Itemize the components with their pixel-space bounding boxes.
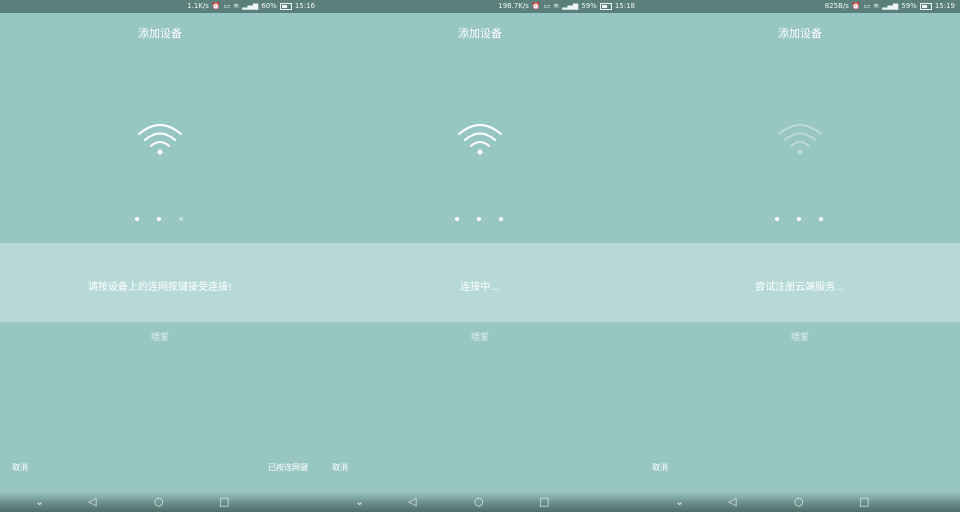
signal-icon: ▂▄▆ [882, 2, 899, 10]
battery-icon [599, 3, 612, 10]
network-speed: 1.1K/s [187, 2, 209, 10]
screen-1: 1.1K/s ⏰ ▭ ≋ ▂▄▆ 60% 15:16 添加设备 请按设备上的连网… [0, 0, 320, 512]
progress-dot [477, 217, 481, 221]
hd-icon: ▭ [863, 2, 871, 10]
page-title: 添加设备 [138, 27, 182, 40]
nav-bar: ⌄ ◁ ○ □ [0, 492, 320, 512]
device-name: 喂爱 [150, 333, 169, 343]
hd-icon: ▭ [543, 2, 551, 10]
signal-icon: ▂▄▆ [242, 2, 259, 10]
progress-dot [819, 217, 823, 221]
nav-bar: ⌄ ◁ ○ □ [640, 492, 960, 512]
cancel-button[interactable]: 取消 [332, 462, 348, 473]
page-title: 添加设备 [778, 27, 822, 40]
wifi-icon: ≋ [233, 2, 240, 10]
back-icon[interactable]: ◁ [88, 495, 96, 509]
battery-percent: 59% [581, 2, 597, 10]
clock: 15:16 [294, 2, 315, 10]
alarm-icon: ⏰ [211, 2, 221, 10]
status-message: 尝试注册云端服务... [755, 282, 845, 293]
progress-dots [0, 217, 320, 223]
device-name: 喂爱 [470, 333, 489, 343]
wifi-icon [458, 124, 502, 155]
clock: 15:19 [934, 2, 955, 10]
nav-bar: ⌄ ◁ ○ □ [320, 492, 640, 512]
progress-dot [499, 217, 503, 221]
alarm-icon: ⏰ [851, 2, 861, 10]
message-band: 尝试注册云端服务... [640, 243, 960, 322]
progress-dot [455, 217, 459, 221]
wifi-icon: ≋ [873, 2, 880, 10]
status-message: 请按设备上的连网按键接受连接! [87, 282, 232, 293]
status-message: 连接中... [460, 282, 500, 293]
home-icon[interactable]: ○ [154, 495, 164, 509]
recent-apps-icon[interactable]: □ [219, 495, 229, 509]
message-band: 请按设备上的连网按键接受连接! [0, 243, 320, 322]
screen-2: 198.7K/s ⏰ ▭ ≋ ▂▄▆ 59% 15:18 添加设备 连接中... [320, 0, 640, 512]
battery-icon [919, 3, 932, 10]
progress-dots [320, 217, 640, 223]
back-icon[interactable]: ◁ [408, 495, 416, 509]
progress-dots [640, 217, 960, 223]
device-name: 喂爱 [790, 333, 809, 343]
status-bar: 825B/s ⏰ ▭ ≋ ▂▄▆ 59% 15:19 [640, 0, 960, 13]
progress-dot [797, 217, 801, 221]
status-bar: 1.1K/s ⏰ ▭ ≋ ▂▄▆ 60% 15:16 [0, 0, 320, 13]
wifi-icon [778, 124, 822, 155]
network-speed: 198.7K/s [498, 2, 529, 10]
home-icon[interactable]: ○ [794, 495, 804, 509]
network-speed: 825B/s [824, 2, 849, 10]
alarm-icon: ⏰ [531, 2, 541, 10]
hd-icon: ▭ [223, 2, 231, 10]
wifi-icon: ≋ [553, 2, 560, 10]
status-bar: 198.7K/s ⏰ ▭ ≋ ▂▄▆ 59% 15:18 [320, 0, 640, 13]
clock: 15:18 [614, 2, 635, 10]
hide-keyboard-icon[interactable]: ⌄ [35, 495, 44, 509]
page-title: 添加设备 [458, 27, 502, 40]
battery-percent: 60% [261, 2, 277, 10]
battery-icon [279, 3, 292, 10]
progress-dot [775, 217, 779, 221]
pressed-network-key-button[interactable]: 已按连网键 [268, 462, 308, 473]
home-icon[interactable]: ○ [474, 495, 484, 509]
recent-apps-icon[interactable]: □ [539, 495, 549, 509]
hide-keyboard-icon[interactable]: ⌄ [675, 495, 684, 509]
signal-icon: ▂▄▆ [562, 2, 579, 10]
message-band: 连接中... [320, 243, 640, 322]
screen-3: 825B/s ⏰ ▭ ≋ ▂▄▆ 59% 15:19 添加设备 尝试注册云端服务… [640, 0, 960, 512]
progress-dot [157, 217, 161, 221]
wifi-icon [138, 124, 182, 155]
progress-dot [135, 217, 139, 221]
cancel-button[interactable]: 取消 [12, 462, 28, 473]
cancel-button[interactable]: 取消 [652, 462, 668, 473]
progress-dot [179, 217, 183, 221]
back-icon[interactable]: ◁ [728, 495, 736, 509]
battery-percent: 59% [901, 2, 917, 10]
hide-keyboard-icon[interactable]: ⌄ [355, 495, 364, 509]
recent-apps-icon[interactable]: □ [859, 495, 869, 509]
